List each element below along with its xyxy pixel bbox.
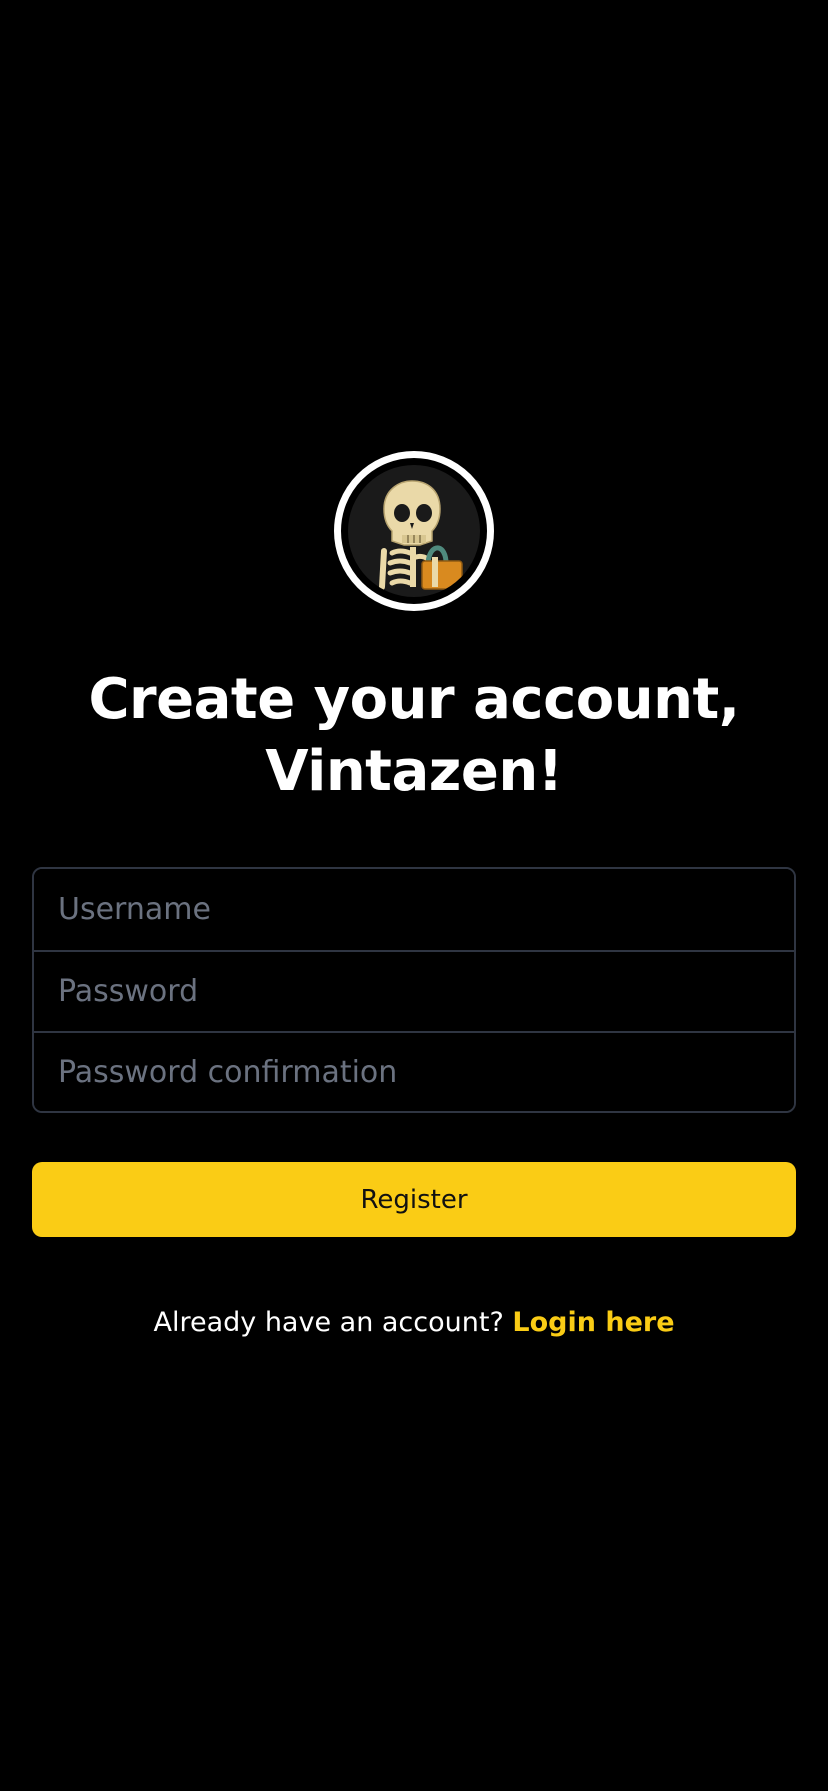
title-line-1: Create your account,: [88, 667, 740, 732]
login-prompt: Already have an account? Login here: [0, 1303, 828, 1343]
title-line-2: Vintazen!: [265, 739, 563, 804]
avatar: [334, 451, 494, 611]
password-input[interactable]: [34, 950, 794, 1031]
password-confirmation-input[interactable]: [34, 1031, 794, 1111]
login-link[interactable]: Login here: [512, 1307, 674, 1338]
registration-fields: [32, 867, 796, 1113]
login-prompt-text: Already have an account?: [153, 1307, 504, 1338]
username-input[interactable]: [34, 869, 794, 950]
register-button[interactable]: Register: [32, 1162, 796, 1237]
page-title: Create your account, Vintazen!: [40, 664, 788, 808]
skeleton-with-bag-icon: [348, 465, 480, 597]
register-page: Create your account, Vintazen! Register …: [0, 0, 828, 1791]
